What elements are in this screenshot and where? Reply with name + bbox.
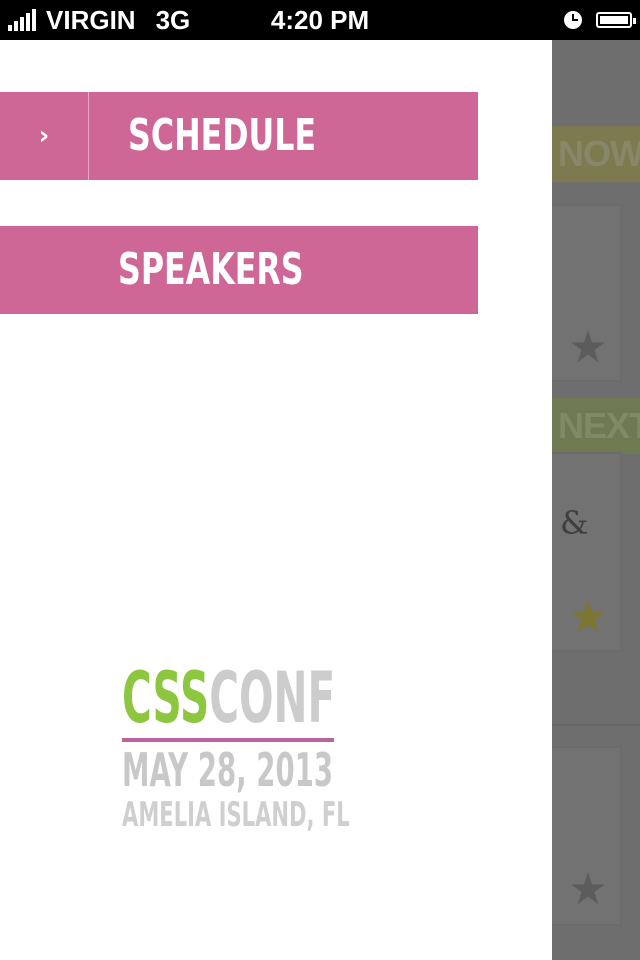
star-icon[interactable]: ★ — [566, 326, 610, 370]
logo-conf: CONF — [209, 657, 336, 739]
star-icon[interactable]: ★ — [566, 596, 610, 640]
battery-level — [600, 16, 628, 24]
cssconf-logo: CSSCONF MAY 28, 2013 AMELIA ISLAND, FL — [122, 657, 350, 835]
status-bar: VIRGIN 3G 4:20 PM — [0, 0, 640, 40]
menu-item-speakers[interactable]: SPEAKERS — [0, 226, 478, 314]
session-card[interactable]: ★ — [552, 746, 622, 926]
now-tag: NOW — [552, 126, 640, 182]
background-schedule-view[interactable]: NOW ★ NEXT & ★ ★ — [552, 40, 640, 960]
divider — [552, 724, 640, 726]
chevron-right-icon: › — [0, 92, 89, 180]
event-date: MAY 28, 2013 — [122, 743, 334, 797]
session-card[interactable]: ★ — [552, 204, 622, 382]
menu-item-schedule[interactable]: › SCHEDULE — [0, 92, 478, 180]
navigation-drawer: › SCHEDULE SPEAKERS CSSCONF MAY 28, 2013… — [0, 40, 552, 960]
alarm-icon — [564, 11, 582, 29]
logo-wordmark: CSSCONF — [122, 657, 335, 739]
clock: 4:20 PM — [270, 5, 370, 35]
battery-icon — [596, 12, 636, 28]
next-tag: NEXT — [552, 398, 640, 454]
session-card[interactable]: & ★ — [552, 452, 622, 652]
event-location: AMELIA ISLAND, FL — [122, 795, 350, 835]
star-icon[interactable]: ★ — [566, 868, 610, 912]
menu-item-label: SCHEDULE — [128, 110, 317, 161]
menu-item-label: SPEAKERS — [118, 244, 304, 295]
logo-css: CSS — [122, 657, 210, 739]
card-text: & — [560, 504, 589, 542]
status-right — [564, 6, 636, 34]
